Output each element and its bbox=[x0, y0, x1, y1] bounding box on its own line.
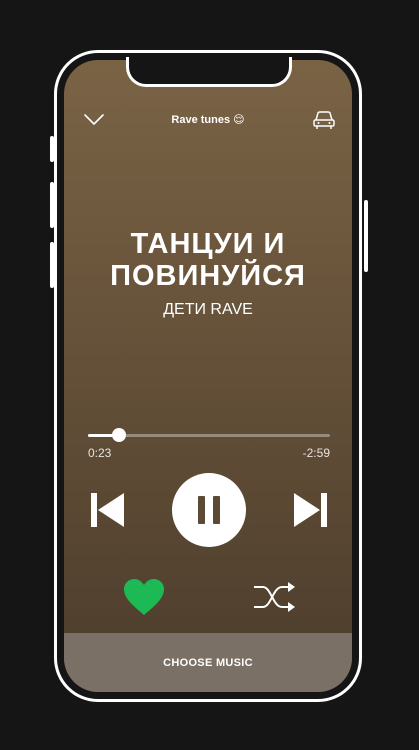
heart-icon[interactable] bbox=[120, 575, 168, 619]
phone-notch bbox=[126, 57, 292, 87]
player-header: Rave tunes 😌 bbox=[64, 108, 352, 134]
choose-music-label: CHOOSE MUSIC bbox=[163, 657, 253, 669]
progress-bar[interactable] bbox=[88, 428, 330, 442]
shuffle-icon[interactable] bbox=[250, 577, 298, 617]
remaining-time: -2:59 bbox=[302, 446, 330, 460]
car-icon[interactable] bbox=[311, 108, 337, 132]
progress-handle[interactable] bbox=[112, 428, 127, 442]
phone-side-button bbox=[364, 200, 368, 272]
skip-next-icon[interactable] bbox=[290, 490, 332, 530]
track-artist[interactable]: ДЕТИ RAVE bbox=[64, 301, 352, 319]
elapsed-time: 0:23 bbox=[88, 446, 112, 460]
track-title: ТАНЦУИ И ПОВИНУЙСЯ bbox=[110, 228, 306, 292]
pause-button[interactable] bbox=[172, 473, 246, 547]
playlist-title: Rave tunes 😌 bbox=[171, 114, 245, 126]
player-screen: Rave tunes 😌 ТАНЦУИ И ПОВИНУЙСЯ ДЕТИ RAV… bbox=[64, 60, 352, 692]
skip-previous-icon[interactable] bbox=[86, 490, 128, 530]
pause-icon bbox=[198, 496, 220, 524]
device-mockup: Rave tunes 😌 ТАНЦУИ И ПОВИНУЙСЯ ДЕТИ RAV… bbox=[0, 0, 419, 750]
choose-music-button[interactable]: CHOOSE MUSIC bbox=[64, 633, 352, 692]
